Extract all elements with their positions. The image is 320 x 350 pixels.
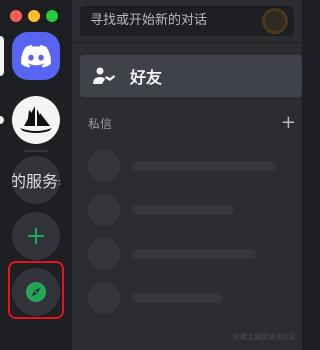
placeholder-avatar [88,150,120,182]
server-text-named[interactable]: 的服务器 [12,156,60,204]
dm-placeholder-item [88,194,288,226]
close-window-button[interactable] [10,10,22,22]
window-controls [10,10,58,22]
search-input[interactable]: 寻找或开始新的对话 [80,6,294,36]
create-dm-button[interactable]: + [281,114,296,132]
plus-icon [28,228,44,244]
placeholder-avatar [88,282,120,314]
placeholder-avatar [88,238,120,270]
friends-label: 好友 [130,68,163,87]
server-rail: 的服务器 [0,0,72,350]
header-divider [72,42,302,43]
server-separator [24,150,48,152]
server-name-label: 的服务器 [12,172,60,191]
minimize-window-button[interactable] [28,10,40,22]
dm-header: 私信 + [80,114,296,132]
add-server-button[interactable] [12,212,60,260]
unread-indicator [0,116,4,124]
home-button[interactable] [12,32,60,80]
placeholder-bar [132,249,256,259]
server-sailboat[interactable] [12,96,60,144]
highlight-box [8,261,64,319]
friends-nav-item[interactable]: 好友 [80,55,302,97]
placeholder-bar [132,161,276,171]
zoom-window-button[interactable] [46,10,58,22]
dm-placeholder-item [88,282,288,314]
user-avatar[interactable] [262,8,288,34]
discord-logo-icon [21,44,51,68]
selected-server-indicator [0,36,4,76]
placeholder-bar [132,205,234,215]
placeholder-avatar [88,194,120,226]
search-placeholder: 寻找或开始新的对话 [90,13,208,28]
watermark: @稀土掘金技术社区 [233,333,296,341]
dm-placeholder-item [88,238,288,270]
channel-sidebar: 寻找或开始新的对话 好友 私信 + @稀土掘金技术社区 [72,0,302,350]
dm-title: 私信 [88,116,113,131]
sailboat-icon [20,106,52,133]
dm-placeholder-item [88,150,288,182]
friends-wave-icon [93,67,115,84]
placeholder-bar [132,293,222,303]
